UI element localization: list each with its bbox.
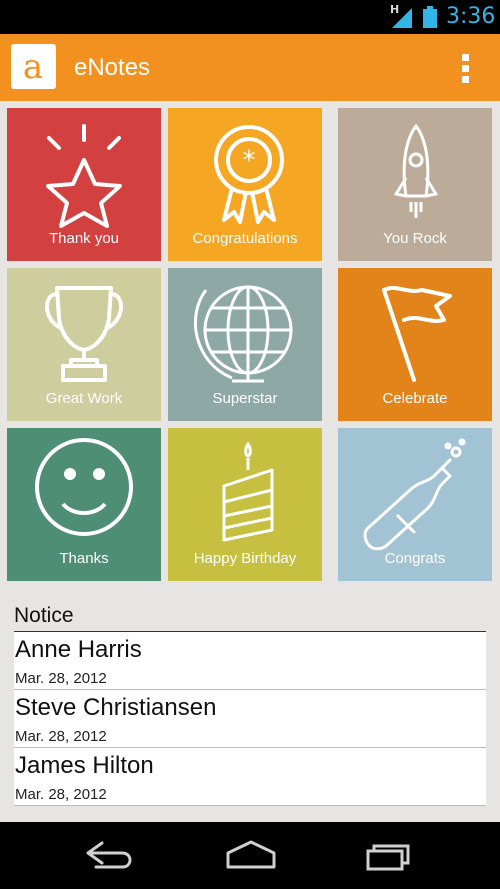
notice-item[interactable]: James Hilton Mar. 28, 2012 [14, 748, 486, 806]
notice-item[interactable]: Steve Christiansen Mar. 28, 2012 [14, 690, 486, 748]
notice-item[interactable]: Anne Harris Mar. 28, 2012 [14, 632, 486, 690]
tile-thanks[interactable]: Thanks [7, 428, 161, 581]
tile-congrats[interactable]: Congrats [338, 428, 492, 581]
notice-date: Mar. 28, 2012 [15, 786, 107, 803]
notice-name: Steve Christiansen [15, 694, 217, 721]
notice-header: Notice [14, 604, 74, 627]
tile-label: Congrats [384, 550, 446, 567]
back-icon[interactable] [84, 839, 136, 873]
svg-text:*: * [243, 146, 256, 176]
tile-label: Happy Birthday [193, 550, 297, 567]
recent-apps-icon[interactable] [364, 839, 416, 873]
notice-name: James Hilton [15, 752, 154, 779]
tile-congratulations[interactable]: * Congratulations [168, 108, 322, 261]
status-time: 3:36 [446, 4, 496, 29]
tile-label: Great Work [45, 390, 123, 407]
signal-icon [392, 8, 412, 28]
tile-thank-you[interactable]: Thank you [7, 108, 161, 261]
tile-great-work[interactable]: Great Work [7, 268, 161, 421]
tile-label: Celebrate [382, 390, 448, 407]
tile-label: Superstar [212, 390, 278, 407]
tile-label: Congratulations [192, 230, 298, 247]
home-icon[interactable] [224, 839, 278, 873]
action-bar: a eNotes [0, 34, 500, 101]
tile-label: Thank you [48, 230, 120, 247]
notice-date: Mar. 28, 2012 [15, 670, 107, 687]
tile-label: Thanks [59, 550, 109, 567]
tile-superstar[interactable]: Superstar [168, 268, 322, 421]
notice-date: Mar. 28, 2012 [15, 728, 107, 745]
battery-icon [423, 6, 437, 28]
app-logo[interactable]: a [11, 44, 56, 89]
tile-you-rock[interactable]: You Rock [338, 108, 492, 261]
tile-happy-birthday[interactable]: Happy Birthday [168, 428, 322, 581]
notice-name: Anne Harris [15, 636, 142, 663]
tile-celebrate[interactable]: Celebrate [338, 268, 492, 421]
svg-text:a: a [23, 51, 43, 83]
logo-letter-icon: a [23, 51, 43, 83]
status-bar: H 3:36 [0, 0, 500, 34]
navigation-bar [0, 822, 500, 889]
app-title: eNotes [74, 54, 151, 81]
notice-list: Anne Harris Mar. 28, 2012 Steve Christia… [14, 632, 486, 806]
tile-label: You Rock [383, 230, 447, 247]
overflow-menu-icon[interactable] [452, 48, 480, 88]
